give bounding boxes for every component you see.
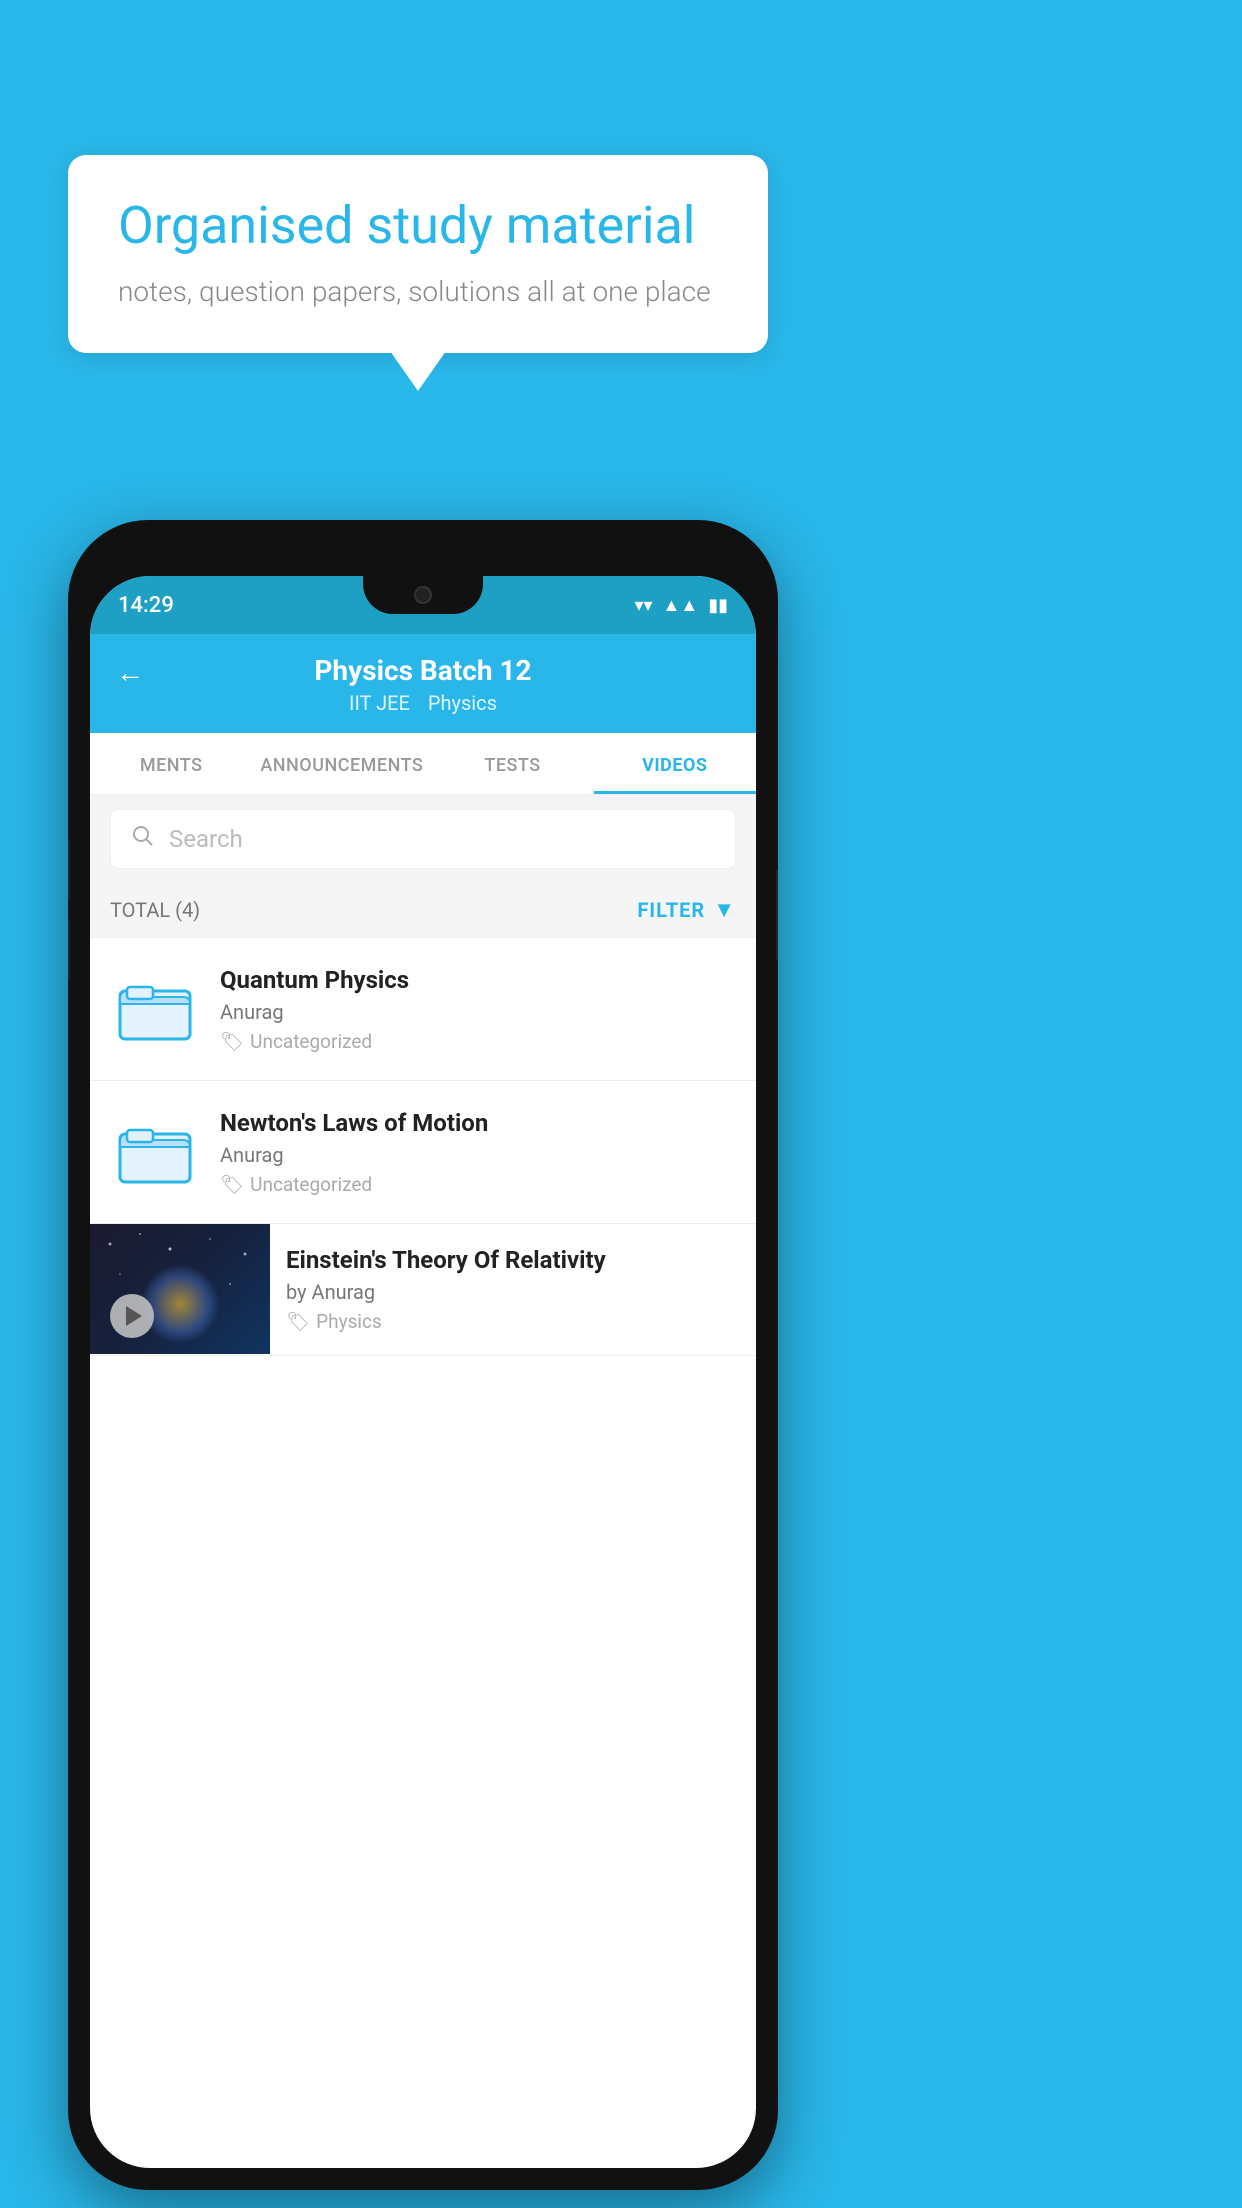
filter-bar: TOTAL (4) FILTER ▼ — [90, 883, 756, 938]
video-thumbnail — [90, 1224, 270, 1354]
folder-thumbnail — [110, 964, 200, 1054]
header-title: Physics Batch 12 — [314, 654, 531, 687]
bubble-subtitle: notes, question papers, solutions all at… — [118, 275, 718, 308]
video-tag: 🏷 Uncategorized — [220, 1173, 736, 1196]
phone-frame: 14:29 ▾▾ ▲▲ ▮▮ ← Physics Batch 12 IIT JE… — [68, 520, 778, 2190]
video-info: Quantum Physics Anurag 🏷 Uncategorized — [220, 966, 736, 1053]
video-tag: 🏷 Uncategorized — [220, 1030, 736, 1053]
speech-bubble: Organised study material notes, question… — [68, 155, 768, 353]
video-info: Einstein's Theory Of Relativity by Anura… — [270, 1224, 756, 1355]
tab-ments[interactable]: MENTS — [90, 733, 252, 794]
list-item[interactable]: Quantum Physics Anurag 🏷 Uncategorized — [90, 938, 756, 1081]
volume-down-button — [68, 920, 70, 980]
header-subtitle-iit: IIT JEE — [349, 691, 410, 715]
volume-up-button — [68, 840, 70, 900]
header-subtitle: IIT JEE Physics — [349, 691, 497, 715]
tabs: MENTS ANNOUNCEMENTS TESTS VIDEOS — [90, 733, 756, 795]
search-placeholder: Search — [169, 825, 243, 853]
signal-icon: ▲▲ — [663, 595, 699, 616]
back-button[interactable]: ← — [116, 656, 144, 689]
video-title: Newton's Laws of Motion — [220, 1109, 736, 1137]
power-button — [776, 870, 778, 960]
status-icons: ▾▾ ▲▲ ▮▮ — [634, 595, 728, 616]
video-author: by Anurag — [286, 1280, 740, 1304]
search-box[interactable]: Search — [110, 809, 736, 869]
list-item[interactable]: Newton's Laws of Motion Anurag 🏷 Uncateg… — [90, 1081, 756, 1224]
battery-icon: ▮▮ — [708, 595, 728, 616]
search-icon — [131, 824, 155, 854]
filter-funnel-icon: ▼ — [713, 897, 736, 923]
header-subtitle-physics: Physics — [428, 691, 497, 715]
search-container: Search — [90, 795, 756, 883]
tag-icon: 🏷 — [286, 1310, 310, 1333]
wifi-icon: ▾▾ — [634, 595, 652, 616]
video-info: Newton's Laws of Motion Anurag 🏷 Uncateg… — [220, 1109, 736, 1196]
video-tag: 🏷 Physics — [286, 1310, 740, 1333]
total-count: TOTAL (4) — [110, 898, 200, 922]
video-list: Quantum Physics Anurag 🏷 Uncategorized — [90, 938, 756, 1356]
app-header: ← Physics Batch 12 IIT JEE Physics — [90, 634, 756, 733]
list-item[interactable]: Einstein's Theory Of Relativity by Anura… — [90, 1224, 756, 1356]
phone-notch — [363, 576, 483, 614]
play-button[interactable] — [110, 1294, 154, 1338]
video-title: Einstein's Theory Of Relativity — [286, 1246, 740, 1274]
play-triangle-icon — [126, 1306, 142, 1326]
video-author: Anurag — [220, 1000, 736, 1024]
tab-announcements[interactable]: ANNOUNCEMENTS — [252, 733, 431, 794]
tab-videos[interactable]: VIDEOS — [594, 733, 756, 794]
folder-thumbnail — [110, 1107, 200, 1197]
tab-tests[interactable]: TESTS — [431, 733, 593, 794]
tag-icon: 🏷 — [220, 1173, 244, 1196]
tag-icon: 🏷 — [220, 1030, 244, 1053]
camera — [414, 586, 432, 604]
status-time: 14:29 — [118, 593, 174, 618]
phone-screen: 14:29 ▾▾ ▲▲ ▮▮ ← Physics Batch 12 IIT JE… — [90, 576, 756, 2168]
bubble-title: Organised study material — [118, 195, 718, 257]
filter-label: FILTER — [637, 898, 705, 922]
video-author: Anurag — [220, 1143, 736, 1167]
filter-button[interactable]: FILTER ▼ — [637, 897, 736, 923]
video-title: Quantum Physics — [220, 966, 736, 994]
